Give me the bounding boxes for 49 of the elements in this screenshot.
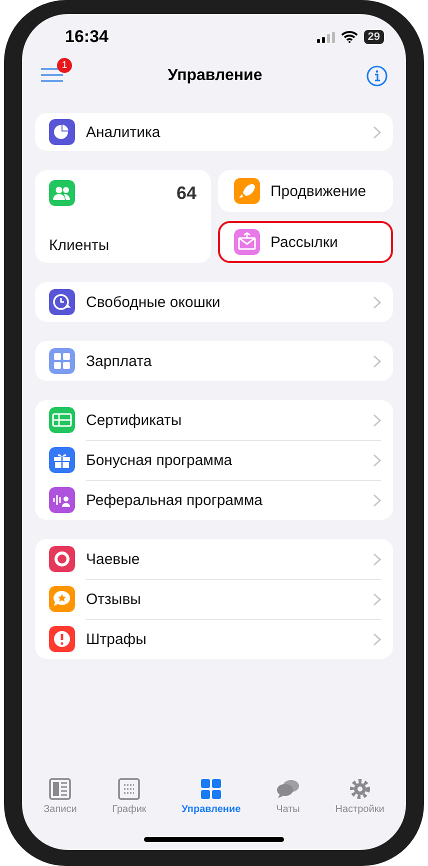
menu-row[interactable]: Чаевые (35, 539, 393, 579)
menu-row[interactable]: Сертификаты (35, 400, 393, 440)
client-count: 64 (176, 182, 196, 204)
chevron-icon (373, 494, 381, 507)
tab-bar-item[interactable]: Управление (182, 777, 241, 815)
menu-row[interactable]: Аналитика (35, 113, 393, 151)
clients-label: Клиенты (49, 237, 110, 254)
chevron-icon (373, 552, 381, 566)
status-time: 16:34 (65, 27, 108, 47)
certificate-icon (49, 407, 75, 433)
pie-chart-icon (49, 119, 75, 145)
sound-wave-icon (49, 487, 75, 513)
envelope-icon (234, 229, 260, 255)
chevron-icon (373, 633, 381, 646)
settings-icon (348, 777, 372, 801)
info-button[interactable] (366, 65, 388, 87)
chat-bubbles-icon (276, 777, 300, 801)
menu-row[interactable]: Свободные окошки (35, 282, 393, 322)
rocket-icon (234, 178, 260, 204)
battery-level: 29 (364, 30, 384, 44)
clients-card[interactable]: 64 Клиенты (35, 170, 210, 263)
screen-title: Управление (168, 67, 262, 85)
ring-icon (49, 546, 75, 572)
clock-icon (49, 289, 75, 315)
speech-bubble-icon (49, 586, 75, 612)
menu-row[interactable]: Бонусная программа (35, 440, 393, 480)
chevron-icon (373, 454, 381, 467)
chevron-icon (373, 354, 381, 368)
menu-icon (41, 66, 63, 84)
chevron-icon (373, 296, 381, 308)
menu-tile[interactable]: Рассылки (218, 221, 393, 263)
menu-row[interactable]: Зарплата (35, 341, 393, 381)
notification-badge: 1 (57, 58, 72, 73)
chevron-icon (373, 414, 381, 426)
newspaper-icon (48, 777, 72, 801)
chevron-icon (373, 126, 381, 138)
people-icon (49, 180, 75, 206)
warning-icon (49, 626, 75, 652)
chevron-icon (373, 593, 381, 606)
grid-icon (199, 777, 224, 801)
gift-icon (49, 447, 75, 473)
menu-row[interactable]: Штрафы (35, 619, 393, 659)
calendar-icon (117, 777, 142, 801)
wifi-icon (340, 31, 358, 43)
menu-row[interactable]: Отзывы (35, 579, 393, 619)
menu-row[interactable]: Реферальная программа (35, 480, 393, 520)
signal-icon (316, 32, 335, 42)
menu-tile[interactable]: Продвижение (218, 170, 393, 212)
calculator-icon (49, 348, 75, 374)
